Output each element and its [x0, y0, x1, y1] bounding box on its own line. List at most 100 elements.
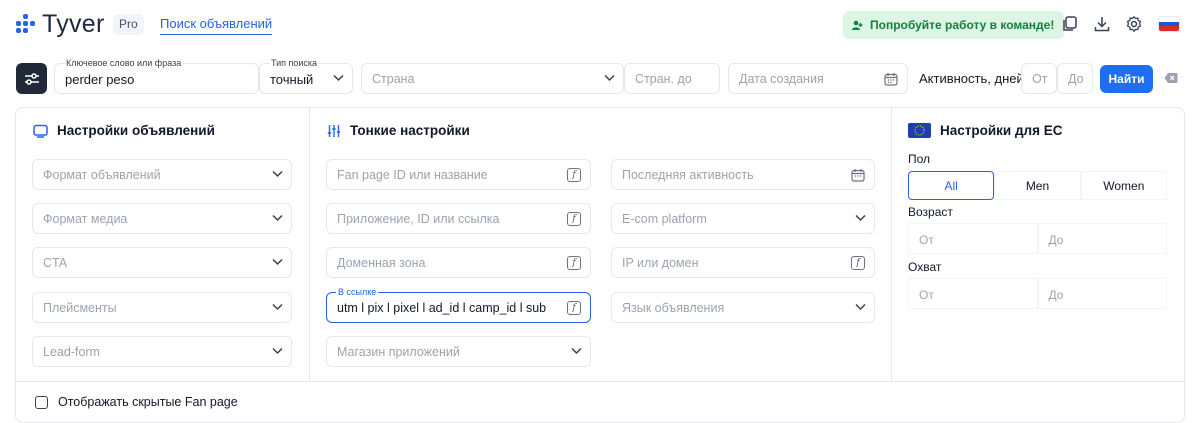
ip-domain-placeholder: IP или домен — [622, 256, 699, 270]
keyword-label: Ключевое слово или фраза — [65, 58, 183, 68]
ip-domain-input[interactable]: IP или домен f — [611, 247, 875, 278]
reach-label: Охват — [908, 260, 942, 274]
chevron-down-icon — [272, 258, 283, 266]
chevron-down-icon — [272, 170, 283, 178]
clear-icon[interactable] — [1164, 72, 1178, 84]
media-format-select[interactable]: Формат медиа — [32, 203, 292, 234]
find-button[interactable]: Найти — [1100, 65, 1153, 93]
pro-badge: Pro — [113, 14, 144, 35]
age-label: Возраст — [908, 205, 953, 219]
chevron-down-icon — [571, 347, 582, 355]
monitor-icon — [33, 124, 48, 138]
gender-option-men[interactable]: Men — [994, 171, 1081, 200]
eu-flag-icon — [908, 123, 931, 138]
ad-language-select[interactable]: Язык объявления — [611, 292, 875, 323]
ad-language-placeholder: Язык объявления — [622, 301, 725, 315]
ad-format-select[interactable]: Формат объявлений — [32, 159, 292, 190]
download-icon[interactable] — [1093, 15, 1111, 33]
function-icon: f — [567, 212, 581, 226]
gender-selector: All Men Women — [908, 171, 1167, 200]
brand-name: Tyver — [42, 10, 105, 38]
nav-link-ad-search[interactable]: Поиск объявлений — [160, 16, 273, 35]
calendar-icon — [884, 73, 898, 86]
placements-placeholder: Плейсменты — [43, 301, 117, 315]
function-icon: f — [851, 256, 865, 270]
lead-form-select[interactable]: Lead-form — [32, 336, 292, 367]
in-link-value: utm l pix l pixel l ad_id l camp_id l su… — [337, 301, 547, 315]
copy-icon[interactable] — [1061, 15, 1079, 33]
ecom-platform-select[interactable]: E-com platform — [611, 203, 875, 234]
activity-from-placeholder: От — [1032, 72, 1048, 86]
logo[interactable]: Tyver — [16, 10, 105, 38]
show-hidden-label[interactable]: Отображать скрытые Fan page — [58, 395, 238, 409]
cta-placeholder: CTA — [43, 256, 68, 270]
chevron-down-icon — [333, 74, 344, 82]
chevron-down-icon — [272, 347, 283, 355]
last-activity-placeholder: Последняя активность — [622, 168, 754, 182]
cta-select[interactable]: CTA — [32, 247, 292, 278]
activity-days-label: Активность, дней — [919, 71, 1024, 86]
calendar-icon — [851, 169, 865, 182]
ecom-platform-placeholder: E-com platform — [622, 212, 707, 226]
try-team-button[interactable]: Попробуйте работу в команде! — [843, 11, 1065, 39]
eu-settings-title-text: Настройки для ЕС — [940, 123, 1063, 138]
top-bar: Tyver Pro Поиск объявлений Попробуйте ра… — [0, 0, 1199, 50]
chevron-down-icon — [272, 214, 283, 222]
domain-zone-placeholder: Доменная зона — [337, 256, 426, 270]
activity-to-input[interactable]: До — [1057, 63, 1093, 94]
chevron-down-icon — [855, 303, 866, 311]
gender-label: Пол — [908, 152, 931, 166]
age-range: От До — [908, 223, 1167, 254]
activity-to-placeholder: До — [1068, 72, 1084, 86]
age-to-input[interactable]: До — [1037, 223, 1167, 254]
age-from-input[interactable]: От — [908, 223, 1038, 254]
ad-settings-title-text: Настройки объявлений — [57, 123, 215, 138]
panel-footer: Отображать скрытые Fan page — [16, 381, 1184, 422]
flag-ru-icon[interactable] — [1158, 16, 1180, 32]
app-store-select[interactable]: Магазин приложений — [326, 336, 591, 367]
last-activity-input[interactable]: Последняя активность — [611, 159, 875, 190]
chevron-down-icon — [272, 303, 283, 311]
sliders-icon — [24, 72, 39, 85]
in-link-label: В ссылке — [336, 287, 379, 297]
reach-to-input[interactable]: До — [1037, 278, 1167, 309]
app-input[interactable]: Приложение, ID или ссылка f — [326, 203, 591, 234]
gender-option-women[interactable]: Women — [1080, 171, 1167, 200]
fan-page-placeholder: Fan page ID или название — [337, 168, 488, 182]
search-type-label: Тип поиска — [270, 58, 319, 68]
country-select[interactable]: Страна — [361, 63, 624, 94]
chevron-down-icon — [855, 214, 866, 222]
fine-settings-section: Тонкие настройки Fan page ID или названи… — [310, 108, 892, 381]
try-team-label: Попробуйте работу в команде! — [870, 18, 1055, 32]
domain-zone-input[interactable]: Доменная зона f — [326, 247, 591, 278]
ad-format-placeholder: Формат объявлений — [43, 168, 161, 182]
reach-range: От До — [908, 278, 1167, 309]
eu-settings-section: Настройки для ЕС Пол All Men Women Возра… — [892, 108, 1184, 381]
fine-settings-title: Тонкие настройки — [327, 123, 470, 138]
search-type-select[interactable]: Тип поиска точный — [259, 58, 353, 94]
placements-select[interactable]: Плейсменты — [32, 292, 292, 323]
creation-date-input[interactable]: Дата создания — [728, 63, 908, 94]
activity-from-input[interactable]: От — [1021, 63, 1057, 94]
function-icon: f — [567, 256, 581, 270]
search-type-value: точный — [270, 72, 314, 87]
lead-form-placeholder: Lead-form — [43, 345, 100, 359]
filters-toggle-button[interactable] — [16, 63, 47, 94]
reach-from-input[interactable]: От — [908, 278, 1038, 309]
chevron-down-icon — [604, 74, 615, 82]
fan-page-input[interactable]: Fan page ID или название f — [326, 159, 591, 190]
keyword-value: perder peso — [65, 72, 135, 87]
app-placeholder: Приложение, ID или ссылка — [337, 212, 500, 226]
function-icon: f — [567, 301, 581, 315]
settings-icon[interactable] — [1125, 15, 1143, 33]
media-format-placeholder: Формат медиа — [43, 212, 128, 226]
in-link-input[interactable]: В ссылке utm l pix l pixel l ad_id l cam… — [326, 287, 591, 323]
keyword-input[interactable]: Ключевое слово или фраза perder peso — [54, 58, 259, 94]
ad-settings-section: Настройки объявлений Формат объявлений Ф… — [16, 108, 310, 381]
gender-option-all[interactable]: All — [908, 171, 995, 200]
team-icon — [852, 20, 863, 30]
logo-icon — [16, 13, 36, 35]
country-to-input[interactable]: Стран. до — [624, 63, 720, 94]
function-icon: f — [567, 168, 581, 182]
show-hidden-checkbox[interactable] — [35, 396, 48, 409]
